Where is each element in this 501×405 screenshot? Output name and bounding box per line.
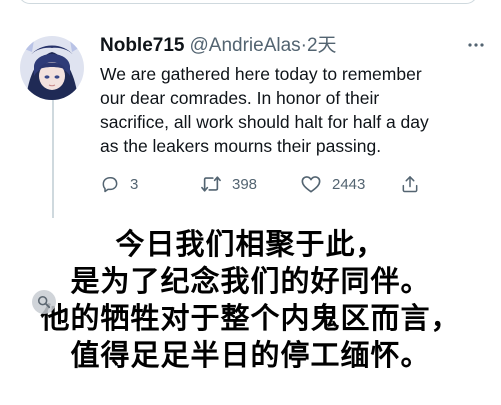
tweet-text-line: our dear comrades. In honor of their xyxy=(100,88,380,108)
reply-icon xyxy=(102,177,118,193)
reply-count: 3 xyxy=(130,175,139,193)
tweet-text-line: sacrifice, all work should halt for half… xyxy=(100,112,429,132)
heart-icon xyxy=(301,176,321,193)
thread-connector-line xyxy=(52,90,54,218)
share-icon xyxy=(402,176,418,193)
tweet[interactable]: Noble715 @AndrieAlas · 2天 We are gathere… xyxy=(100,34,490,158)
like-count: 2443 xyxy=(332,175,366,193)
avatar-image xyxy=(20,36,84,100)
reply-button[interactable]: 3 xyxy=(100,172,138,196)
author-handle[interactable]: @AndrieAlas xyxy=(189,34,300,58)
tweet-text-line: as the leakers mourns their passing. xyxy=(100,136,382,156)
author-name[interactable]: Noble715 xyxy=(100,34,184,58)
share-button[interactable] xyxy=(400,172,420,196)
caption-line: 今日我们相聚于此， xyxy=(115,227,386,261)
tweet-text: We are gathered here today to remember o… xyxy=(100,62,490,158)
avatar[interactable] xyxy=(20,36,84,100)
search-icon xyxy=(37,295,51,309)
caption-line: 值得足足半日的停工缅怀。 xyxy=(70,338,431,372)
caption-line: 是为了纪念我们的好同伴。 xyxy=(70,264,431,298)
tweet-time[interactable]: 2天 xyxy=(307,34,337,58)
like-button[interactable]: 2443 xyxy=(300,172,365,196)
chinese-caption: 今日我们相聚于此， 是为了纪念我们的好同伴。 他的牺牲对于整个内鬼区而言， 值得… xyxy=(0,226,501,374)
retweet-count: 398 xyxy=(232,175,258,193)
tweet-header: Noble715 @AndrieAlas · 2天 xyxy=(100,34,490,58)
previous-tweet-card-edge xyxy=(18,0,478,4)
image-search-button[interactable] xyxy=(32,290,56,314)
caption-line: 他的牺牲对于整个内鬼区而言， xyxy=(40,301,461,335)
tweet-text-line: We are gathered here today to remember xyxy=(100,64,422,84)
tweet-actions: 3 398 2443 xyxy=(100,172,430,196)
retweet-button[interactable]: 398 xyxy=(200,172,257,196)
more-horizontal-icon[interactable] xyxy=(466,38,486,52)
retweet-icon xyxy=(201,176,221,192)
